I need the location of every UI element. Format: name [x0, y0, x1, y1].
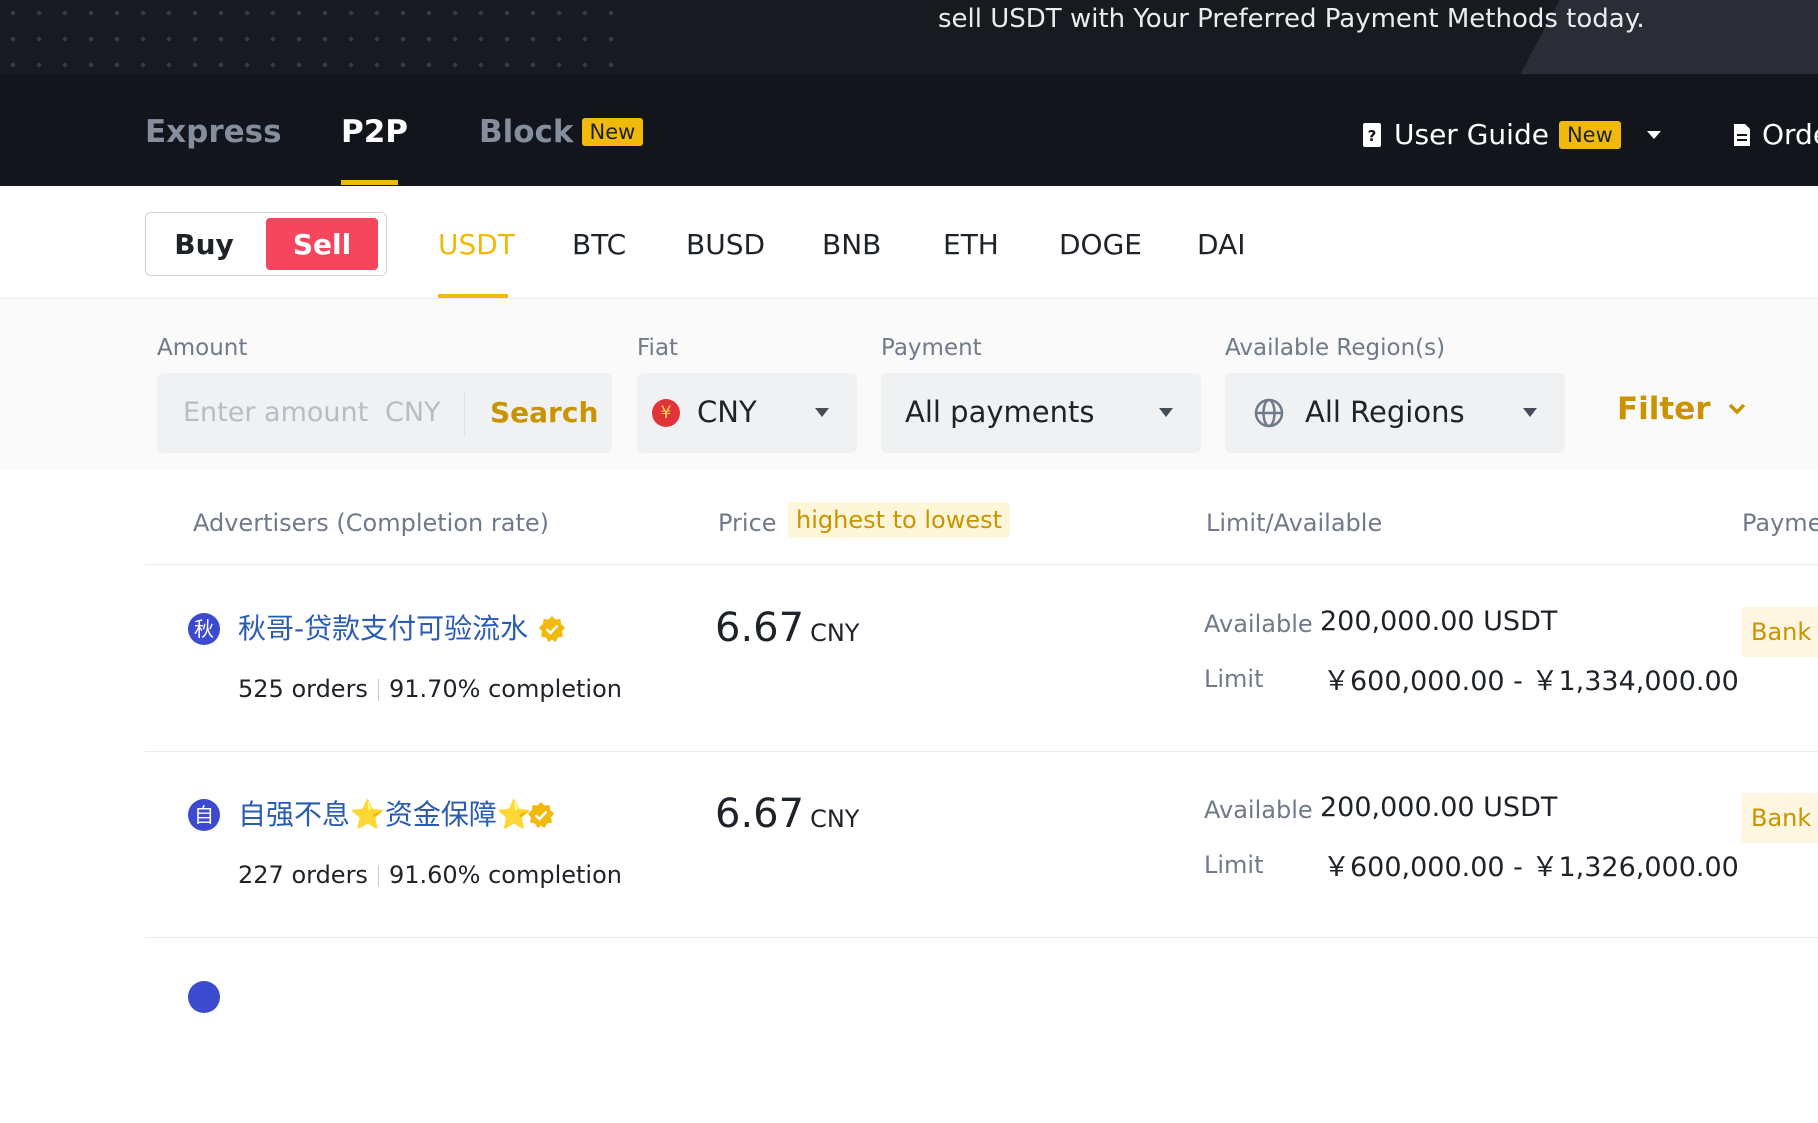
order-count: 227 orders [238, 861, 368, 889]
main-nav: Express P2P Block New ? User Guide New O… [0, 74, 1818, 186]
payment-method-tag: Bank T [1741, 793, 1818, 843]
stats-divider [377, 679, 379, 701]
header-payment: Payme [1742, 509, 1818, 537]
user-guide-menu[interactable]: ? User Guide New [1360, 118, 1663, 151]
amount-input[interactable]: Enter amount [183, 397, 368, 428]
filter-label: Filter [1617, 391, 1711, 427]
stats-divider [377, 865, 379, 887]
coin-tab-btc[interactable]: BTC [572, 228, 626, 261]
available-label: Available [1204, 610, 1313, 638]
header-price: Price [718, 509, 777, 537]
payment-method-tag: Bank T [1741, 607, 1818, 657]
banner-text: sell USDT with Your Preferred Payment Me… [938, 4, 1645, 34]
price-sort-toggle[interactable]: highest to lowest [788, 502, 1011, 538]
new-badge: New [581, 118, 644, 146]
advertiser-stats: 525 orders 91.70% completion [238, 675, 622, 703]
promo-banner: sell USDT with Your Preferred Payment Me… [0, 0, 1818, 74]
coin-tab-usdt[interactable]: USDT [438, 228, 515, 261]
document-icon [1734, 123, 1750, 146]
caret-down-icon [815, 408, 829, 417]
available-value: 200,000.00 USDT [1320, 606, 1558, 637]
fiat-select[interactable]: ¥ CNY [637, 373, 857, 453]
chevron-down-icon [1728, 403, 1745, 415]
price: 6.67 CNY [715, 791, 859, 837]
amount-currency: CNY [385, 397, 441, 428]
user-guide-new-badge: New [1558, 120, 1621, 149]
price-currency: CNY [810, 805, 860, 833]
chevron-down-icon [1646, 130, 1661, 139]
limit-label: Limit [1204, 851, 1264, 879]
limit-value: ￥600,000.00 - ￥1,326,000.00 [1323, 852, 1739, 883]
svg-text:?: ? [1368, 127, 1377, 145]
filter-bar: Amount Enter amount CNY Search Fiat ¥ CN… [0, 299, 1818, 469]
table-row: 秋 秋哥-贷款支付可验流水 525 orders 91.70% completio… [145, 565, 1818, 752]
filter-button[interactable]: Filter [1617, 391, 1747, 427]
limit-value: ￥600,000.00 - ￥1,334,000.00 [1323, 666, 1739, 697]
payment-label: Payment [881, 335, 982, 361]
advertiser-name[interactable]: 秋哥-贷款支付可验流水 [238, 607, 528, 647]
avatar [188, 981, 220, 1013]
region-value: All Regions [1305, 395, 1465, 429]
advertiser-name[interactable]: 自强不息⭐资金保障⭐ [238, 793, 532, 833]
price-value: 6.67 [715, 605, 805, 651]
coin-tab-eth[interactable]: ETH [943, 228, 999, 261]
fiat-value: CNY [697, 395, 757, 429]
tab-block-label: Block [479, 114, 574, 150]
limit-label: Limit [1204, 665, 1264, 693]
tab-block[interactable]: Block New [479, 114, 644, 150]
verified-badge-icon [539, 616, 565, 642]
tab-p2p[interactable]: P2P [341, 114, 408, 150]
orders-label: Orde [1762, 118, 1818, 151]
cny-flag-icon: ¥ [652, 399, 680, 427]
tab-express[interactable]: Express [145, 114, 282, 150]
globe-icon [1254, 398, 1284, 428]
coin-tab-dai[interactable]: DAI [1197, 228, 1245, 261]
region-select[interactable]: All Regions [1225, 373, 1565, 453]
header-advertisers: Advertisers (Completion rate) [193, 509, 549, 537]
price-value: 6.67 [715, 791, 805, 837]
tab-p2p-indicator [341, 180, 398, 185]
coin-tab-indicator [438, 294, 508, 298]
table-row-partial [145, 937, 1818, 1123]
price: 6.67 CNY [715, 605, 859, 651]
amount-field[interactable]: Enter amount CNY Search [157, 373, 612, 453]
trade-subnav: Buy Sell USDT BTC BUSD BNB ETH DOGE DAI [0, 186, 1818, 299]
price-currency: CNY [810, 619, 860, 647]
user-guide-label: User Guide [1394, 118, 1549, 151]
buy-sell-toggle: Buy Sell [145, 212, 387, 276]
completion-rate: 91.60% completion [388, 861, 622, 889]
verified-badge-icon [528, 802, 554, 828]
buy-button[interactable]: Buy [152, 218, 256, 270]
available-value: 200,000.00 USDT [1320, 792, 1558, 823]
sell-button[interactable]: Sell [266, 218, 378, 270]
caret-down-icon [1159, 408, 1173, 417]
table-header: Advertisers (Completion rate) Price high… [145, 469, 1818, 565]
amount-label: Amount [157, 335, 248, 361]
amount-search-button[interactable]: Search [490, 396, 598, 429]
banner-pattern [0, 0, 620, 74]
table-row: 自 自强不息⭐资金保障⭐ 227 orders 91.60% completion… [145, 751, 1818, 938]
coin-tab-doge[interactable]: DOGE [1059, 228, 1142, 261]
advertiser-stats: 227 orders 91.60% completion [238, 861, 622, 889]
coin-tab-busd[interactable]: BUSD [686, 228, 765, 261]
available-label: Available [1204, 796, 1313, 824]
header-limit: Limit/Available [1206, 509, 1383, 537]
fiat-label: Fiat [637, 335, 679, 361]
payment-value: All payments [905, 395, 1095, 429]
avatar: 秋 [188, 613, 220, 645]
orders-link[interactable]: Orde [1732, 118, 1818, 151]
caret-down-icon [1523, 408, 1537, 417]
avatar: 自 [188, 799, 220, 831]
region-label: Available Region(s) [1225, 335, 1446, 361]
user-guide-icon: ? [1363, 122, 1381, 147]
completion-rate: 91.70% completion [388, 675, 622, 703]
payment-select[interactable]: All payments [881, 373, 1201, 453]
coin-tab-bnb[interactable]: BNB [822, 228, 881, 261]
order-count: 525 orders [238, 675, 368, 703]
amount-divider [464, 391, 465, 435]
